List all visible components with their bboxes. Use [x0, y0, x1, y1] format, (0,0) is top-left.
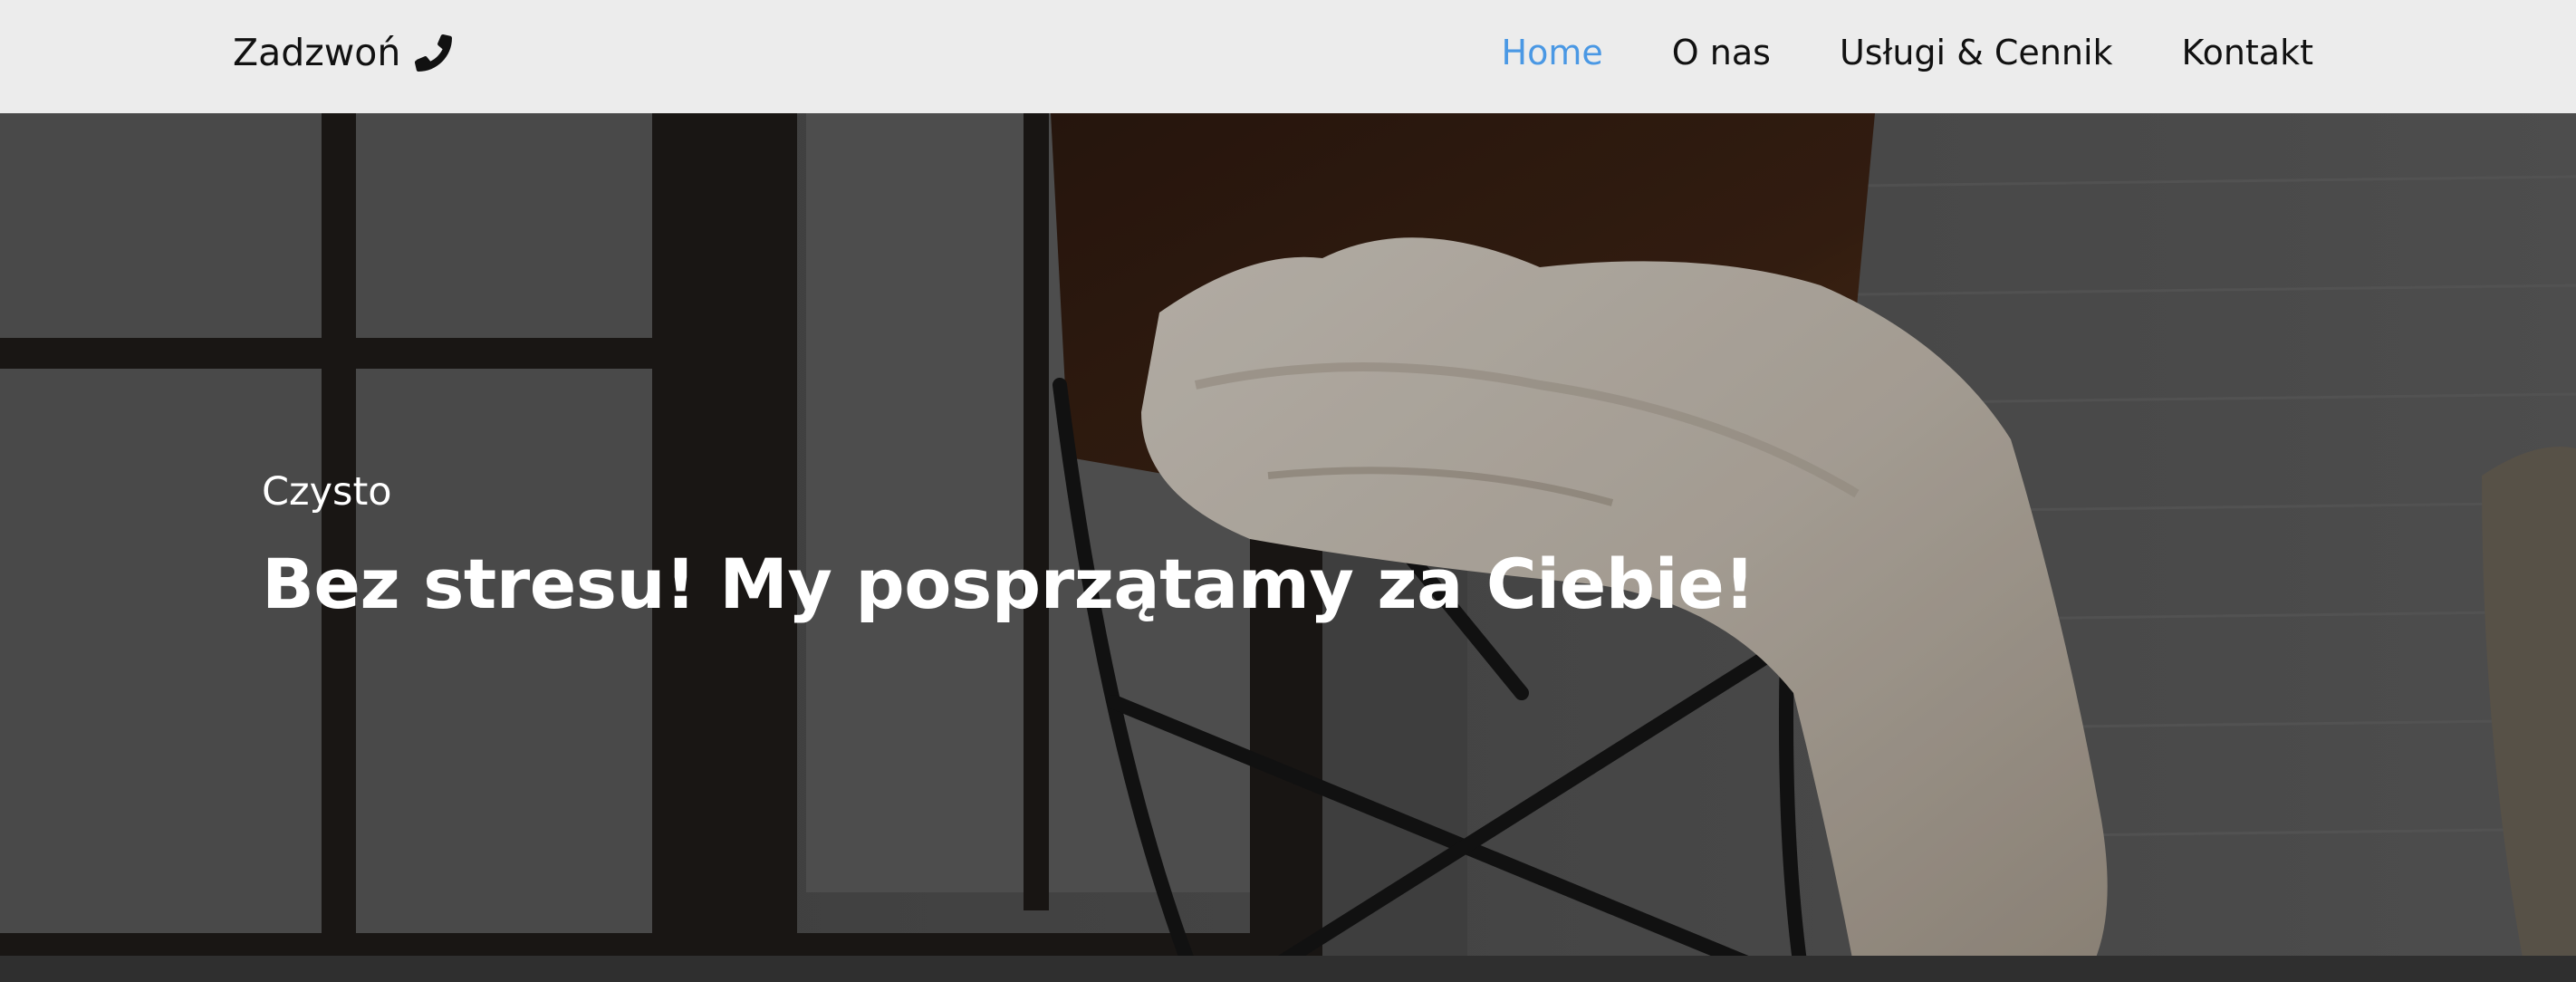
hero-section: Czysto Bez stresu! My posprzątamy za Cie…	[0, 113, 2576, 982]
navbar: Zadzwoń Home O nas Usługi & Cennik Konta…	[0, 0, 2576, 113]
call-link[interactable]: Zadzwoń	[233, 0, 455, 105]
main-nav: Home O nas Usługi & Cennik Kontakt	[1502, 0, 2313, 105]
nav-o-nas[interactable]: O nas	[1672, 33, 1771, 72]
nav-home[interactable]: Home	[1502, 33, 1603, 72]
call-label: Zadzwoń	[233, 31, 401, 74]
hero-title: Bez stresu! My posprzątamy za Ciebie!	[262, 544, 1755, 624]
nav-uslugi-cennik[interactable]: Usługi & Cennik	[1840, 33, 2113, 72]
phone-icon	[415, 34, 453, 72]
hero-eyebrow: Czysto	[262, 469, 392, 515]
nav-kontakt[interactable]: Kontakt	[2182, 33, 2313, 72]
